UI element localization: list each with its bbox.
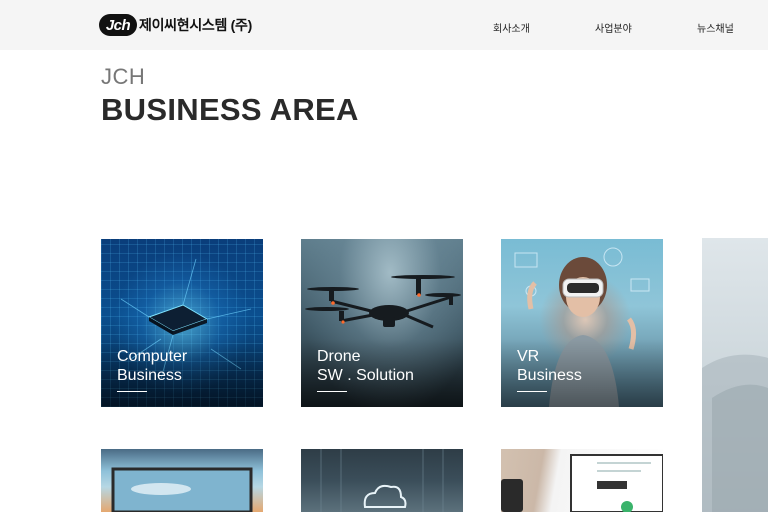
nav-item-business[interactable]: 사업분야 [595, 20, 632, 35]
card-label-line1: Drone [317, 348, 361, 365]
card-underline [117, 391, 147, 392]
card-label-line2: Business [517, 367, 582, 384]
card-underline [517, 391, 547, 392]
business-card-cloud[interactable] [301, 449, 463, 512]
laptop-image [111, 467, 253, 512]
business-card-tablet[interactable] [501, 449, 663, 512]
card-label-vr: VR Business [517, 347, 582, 385]
business-card-vr[interactable]: VR Business [501, 239, 663, 407]
business-card-drone[interactable]: Drone SW . Solution [301, 239, 463, 407]
site-header: Jch 제이씨현시스템 (주) 회사소개 사업분야 뉴스채널 [0, 0, 768, 50]
card-label-drone: Drone SW . Solution [317, 347, 414, 385]
tablet-dashboard-image [501, 454, 663, 512]
business-card-computer[interactable]: Computer Business [101, 239, 263, 407]
business-card-partial[interactable] [702, 238, 768, 512]
cloud-server-image [320, 449, 444, 512]
partial-card-image [702, 354, 768, 512]
card-label-line1: Computer [117, 348, 188, 365]
card-label-computer: Computer Business [117, 347, 187, 385]
section-title: BUSINESS AREA [101, 92, 359, 127]
company-logo[interactable]: Jch 제이씨현시스템 (주) [99, 13, 252, 37]
nav-item-company[interactable]: 회사소개 [493, 20, 530, 35]
jch-logo-mark: Jch [99, 14, 137, 36]
business-card-laptop[interactable] [101, 449, 263, 512]
section-subtitle: JCH [101, 64, 146, 89]
nav-item-news[interactable]: 뉴스채널 [697, 20, 734, 35]
card-label-line2: Business [117, 367, 182, 384]
card-label-line1: VR [517, 348, 540, 365]
logo-company-name: 제이씨현시스템 (주) [139, 17, 252, 33]
card-underline [317, 391, 347, 392]
logo-mark-text: Jch [105, 16, 131, 34]
card-label-line2: SW . Solution [317, 367, 414, 384]
